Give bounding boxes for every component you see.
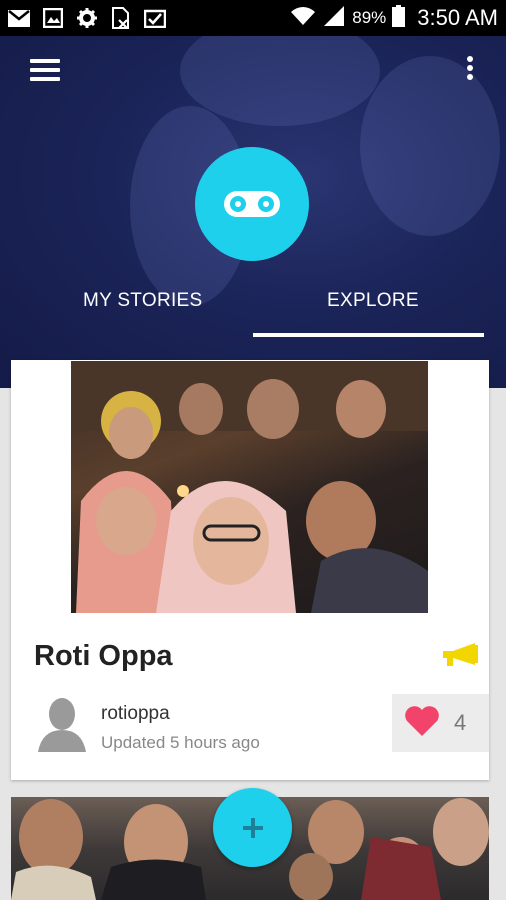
avatar[interactable] <box>38 696 86 752</box>
gmail-icon <box>8 8 30 28</box>
add-story-button[interactable] <box>213 788 292 867</box>
hamburger-menu-icon[interactable] <box>28 56 62 84</box>
signal-icon <box>322 5 346 32</box>
tab-selected-indicator <box>253 333 484 337</box>
notification-icons <box>8 7 166 29</box>
story-card[interactable]: Roti Oppa rotioppa Updated 5 hours ago 4 <box>11 360 489 780</box>
no-sim-icon <box>110 7 132 29</box>
system-status: 89% 3:50 AM <box>290 4 498 32</box>
more-vert-icon[interactable] <box>464 54 476 82</box>
tab-my-stories[interactable]: MY STORIES <box>83 290 203 312</box>
story-updated-time: Updated 5 hours ago <box>101 733 260 752</box>
clipboard-check-icon <box>144 8 166 28</box>
like-button[interactable]: 4 <box>392 694 489 752</box>
wifi-icon <box>290 6 316 31</box>
app-header: MY STORIES EXPLORE <box>0 36 506 388</box>
battery-percent: 89% <box>352 8 387 27</box>
settings-icon <box>76 8 98 28</box>
battery-icon <box>392 4 406 32</box>
image-icon <box>42 8 64 28</box>
story-author[interactable]: rotioppa <box>101 703 170 725</box>
story-title[interactable]: Roti Oppa <box>34 640 173 673</box>
plus-icon <box>242 817 263 838</box>
clock: 3:50 AM <box>417 5 498 30</box>
story-photo[interactable] <box>71 361 428 613</box>
status-bar: 89% 3:50 AM <box>0 0 506 36</box>
binoculars-icon <box>195 147 309 261</box>
like-count: 4 <box>454 710 467 735</box>
heart-icon <box>404 705 440 742</box>
tab-explore[interactable]: EXPLORE <box>327 290 419 312</box>
header-background-shape <box>360 56 500 236</box>
megaphone-icon <box>441 641 479 669</box>
